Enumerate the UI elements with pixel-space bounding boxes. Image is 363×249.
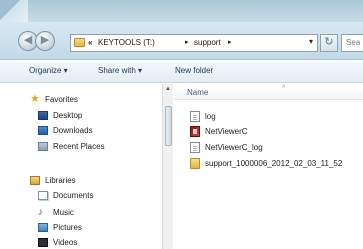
nav-item-label: Music xyxy=(53,208,74,217)
nav-item-label: Desktop xyxy=(53,111,83,120)
nav-libraries-label: Libraries xyxy=(45,176,76,185)
refresh-button[interactable]: ↻ xyxy=(320,34,338,52)
libraries-icon xyxy=(30,176,40,185)
scroll-up-icon[interactable]: ▲ xyxy=(165,86,171,92)
breadcrumb-folder[interactable]: support xyxy=(194,38,221,47)
column-header-name[interactable]: ^ Name xyxy=(174,84,363,100)
nav-item-label: Documents xyxy=(53,191,94,200)
column-header-label: Name xyxy=(187,88,209,97)
search-input[interactable]: Sea xyxy=(341,34,363,52)
file-name: support_1000006_2012_02_03_11_52 xyxy=(205,159,343,168)
scrollbar-thumb[interactable] xyxy=(165,106,172,146)
sort-arrow-icon: ^ xyxy=(282,85,286,92)
desktop-icon xyxy=(38,111,48,120)
page-fold-decoration xyxy=(0,0,28,22)
address-bar-row: ◀ ▶ « KEYTOOLS (T:) ▸ support ▸ ▾ ↻ Sea xyxy=(0,22,363,60)
recent-places-icon xyxy=(38,142,48,151)
text-file-icon xyxy=(190,142,200,153)
file-name: log xyxy=(205,112,216,121)
organize-button[interactable]: Organize ▾ xyxy=(29,66,68,75)
music-icon: ♪ xyxy=(38,207,43,218)
nav-item-label: Downloads xyxy=(53,126,93,135)
videos-icon xyxy=(38,238,48,247)
text-file-icon xyxy=(190,111,200,122)
new-folder-button[interactable]: New folder xyxy=(175,66,213,75)
forward-button[interactable]: ▶ xyxy=(35,31,55,51)
file-name: NetViewerC_log xyxy=(205,143,263,152)
downloads-icon xyxy=(38,126,48,135)
search-placeholder: Sea xyxy=(346,38,361,47)
documents-icon xyxy=(38,191,48,200)
breadcrumb-separator-icon[interactable]: ▸ xyxy=(185,38,189,46)
application-icon xyxy=(190,126,200,137)
file-name: NetViewerC xyxy=(205,127,248,136)
breadcrumb-drive[interactable]: KEYTOOLS (T:) xyxy=(98,38,155,47)
share-with-button[interactable]: Share with ▾ xyxy=(98,66,142,75)
nav-item-label: Recent Places xyxy=(53,142,105,151)
breadcrumb-separator-icon[interactable]: ▸ xyxy=(228,38,232,46)
command-toolbar: Organize ▾ Share with ▾ New folder xyxy=(0,61,363,83)
file-list-pane: ^ Name log NetViewerC NetViewerC_log sup… xyxy=(174,84,363,249)
address-dropdown-icon[interactable]: ▾ xyxy=(309,37,313,46)
nav-item-label: Pictures xyxy=(53,223,82,232)
navigation-pane: ★ Favorites Desktop Downloads Recent Pla… xyxy=(0,84,162,249)
breadcrumb-overflow-icon[interactable]: « xyxy=(88,38,92,47)
window-top-edge xyxy=(0,0,363,22)
nav-favorites-label: Favorites xyxy=(45,95,78,104)
nav-scrollbar[interactable]: ▲ xyxy=(162,84,173,249)
folder-icon xyxy=(190,158,200,169)
nav-item-label: Videos xyxy=(53,238,78,247)
address-bar[interactable]: « KEYTOOLS (T:) ▸ support ▸ ▾ xyxy=(70,34,318,52)
folder-icon xyxy=(74,38,85,47)
star-icon: ★ xyxy=(30,93,40,105)
pictures-icon xyxy=(38,223,48,232)
